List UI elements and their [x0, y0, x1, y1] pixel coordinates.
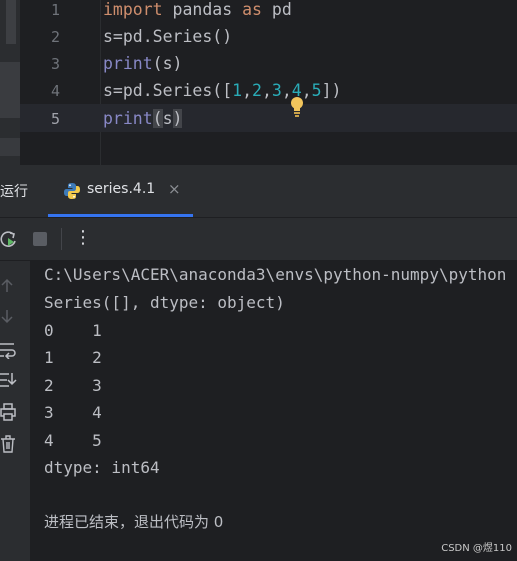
code-text[interactable]: print(s)	[103, 105, 183, 133]
console-line: 2 3	[44, 376, 102, 395]
run-tool-window-header: 运行 series.4.1 ×	[0, 165, 517, 218]
more-options-icon[interactable]: ⋮	[74, 227, 92, 248]
tab-series-4-1[interactable]: series.4.1 ×	[48, 165, 193, 217]
console-line: 3 4	[44, 403, 102, 422]
code-text[interactable]: s=pd.Series()	[103, 23, 232, 51]
console-line: 4 5	[44, 431, 102, 450]
print-icon[interactable]	[0, 403, 20, 421]
arrow-up-icon[interactable]	[0, 277, 20, 293]
code-text[interactable]: import pandas as pd	[103, 0, 292, 24]
line-number: 2	[50, 28, 60, 46]
close-icon[interactable]: ×	[168, 180, 181, 198]
process-exit-message: 进程已结束，退出代码为 0	[44, 513, 224, 531]
console-line: dtype: int64	[44, 458, 160, 477]
line-number: 1	[50, 1, 60, 19]
code-line-2[interactable]: 2 s=pd.Series()	[0, 23, 517, 51]
run-toolbar: ⋮	[0, 218, 517, 261]
code-text[interactable]: print(s)	[103, 50, 182, 78]
scroll-to-end-icon[interactable]	[0, 371, 20, 389]
arrow-down-icon[interactable]	[0, 309, 20, 325]
console-output[interactable]: C:\Users\ACER\anaconda3\envs\python-nump…	[30, 261, 517, 561]
console-line: Series([], dtype: object)	[44, 293, 285, 312]
run-tool-window-title[interactable]: 运行	[0, 181, 28, 201]
code-line-3[interactable]: 3 print(s)	[0, 50, 517, 78]
line-number: 5	[50, 110, 60, 128]
code-editor[interactable]: 1 import pandas as pd 2 s=pd.Series() 3 …	[0, 0, 517, 165]
tab-label: series.4.1	[87, 181, 156, 197]
toolbar-separator	[61, 228, 62, 250]
line-number: 4	[50, 82, 60, 100]
console-line: 1 2	[44, 348, 102, 367]
code-text[interactable]: s=pd.Series([1,2,3,4,5])	[103, 77, 341, 105]
active-tab-indicator	[48, 214, 193, 217]
rerun-icon[interactable]	[0, 230, 18, 248]
lightbulb-icon[interactable]	[289, 96, 305, 118]
panel-block	[0, 138, 20, 156]
line-number: 3	[50, 55, 60, 73]
soft-wrap-icon[interactable]	[0, 341, 20, 359]
stop-icon[interactable]	[33, 232, 47, 246]
code-line-1[interactable]: 1 import pandas as pd	[0, 0, 517, 24]
code-line-4[interactable]: 4 s=pd.Series([1,2,3,4,5])	[0, 77, 517, 105]
code-line-5[interactable]: 5 print(s)	[0, 105, 517, 133]
watermark: CSDN @煜110	[441, 543, 512, 554]
python-icon	[64, 183, 80, 199]
console-side-toolbar	[0, 261, 30, 561]
trash-icon[interactable]	[0, 435, 20, 453]
console-line: C:\Users\ACER\anaconda3\envs\python-nump…	[44, 265, 507, 284]
console-line: 0 1	[44, 321, 102, 340]
